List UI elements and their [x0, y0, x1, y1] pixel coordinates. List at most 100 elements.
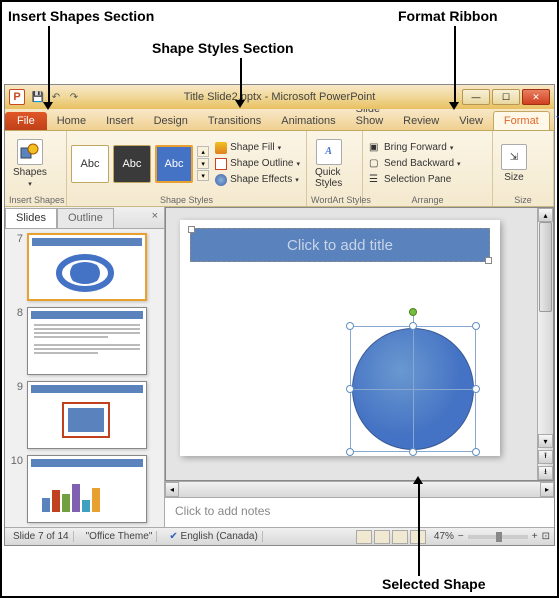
slide-thumbnail-10[interactable]	[27, 455, 147, 523]
selected-shape[interactable]	[350, 326, 476, 452]
zoom-level[interactable]: 47%	[434, 531, 454, 542]
ribbon-minimize-icon[interactable]: ˇ	[550, 112, 559, 130]
quick-styles-button[interactable]: A Quick Styles	[311, 137, 346, 191]
ribbon: Shapes ▾ Insert Shapes Abc Abc Abc ▴ ▾ ▾…	[5, 131, 554, 207]
selection-pane-button[interactable]: ☰Selection Pane	[367, 173, 463, 187]
tab-animations[interactable]: Animations	[271, 112, 345, 130]
group-size: ⇲ Size Size	[493, 131, 554, 206]
size-icon: ⇲	[501, 144, 527, 170]
resize-handle-se[interactable]	[472, 448, 480, 456]
tab-format[interactable]: Format	[493, 111, 550, 130]
resize-handle-n[interactable]	[409, 322, 417, 330]
slide-thumbnail-9[interactable]	[27, 381, 147, 449]
outline-icon	[215, 158, 227, 170]
selection-pane-icon: ☰	[369, 174, 381, 186]
rotate-handle[interactable]	[409, 308, 417, 316]
scroll-right-icon[interactable]: ▸	[540, 482, 554, 497]
chevron-down-icon: ▾	[295, 176, 299, 184]
status-language[interactable]: ✔ English (Canada)	[165, 531, 262, 542]
resize-handle-s[interactable]	[409, 448, 417, 456]
resize-handle-e[interactable]	[472, 385, 480, 393]
tab-design[interactable]: Design	[144, 112, 198, 130]
tab-home[interactable]: Home	[47, 112, 96, 130]
thumb-number: 7	[9, 233, 23, 301]
zoom-out-button[interactable]: −	[458, 531, 464, 542]
send-backward-icon: ▢	[369, 158, 381, 170]
scroll-down-icon[interactable]: ▾	[197, 158, 209, 169]
thumb-number: 9	[9, 381, 23, 449]
bring-forward-button[interactable]: ▣Bring Forward ▾	[367, 141, 463, 155]
slides-panel: Slides Outline × 7 8	[5, 207, 165, 527]
style-preset-3[interactable]: Abc	[155, 145, 193, 183]
chevron-down-icon: ▾	[278, 144, 282, 152]
quick-styles-icon: A	[316, 139, 342, 165]
maximize-button[interactable]: ☐	[492, 89, 520, 105]
send-backward-button[interactable]: ▢Send Backward ▾	[367, 157, 463, 171]
scroll-left-icon[interactable]: ◂	[165, 482, 179, 497]
scrollbar-thumb[interactable]	[539, 222, 552, 312]
shape-effects-button[interactable]: Shape Effects ▾	[213, 173, 302, 187]
prev-slide-icon[interactable]: ⭱	[538, 450, 553, 464]
app-icon: P	[9, 89, 25, 105]
view-sorter-button[interactable]	[374, 530, 390, 544]
resize-handle-nw[interactable]	[346, 322, 354, 330]
scroll-up-icon[interactable]: ▴	[538, 208, 553, 222]
vertical-scrollbar[interactable]: ▴ ▾ ⭱ ⭳	[537, 208, 553, 480]
notes-pane[interactable]: Click to add notes	[165, 497, 554, 527]
style-preset-2[interactable]: Abc	[113, 145, 151, 183]
minimize-button[interactable]: —	[462, 89, 490, 105]
style-gallery-scroll[interactable]: ▴ ▾ ▾	[197, 146, 209, 181]
view-reading-button[interactable]	[392, 530, 408, 544]
annotation-selected-shape: Selected Shape	[382, 576, 486, 592]
group-insert-shapes: Shapes ▾ Insert Shapes	[5, 131, 67, 206]
group-arrange: ▣Bring Forward ▾ ▢Send Backward ▾ ☰Selec…	[363, 131, 493, 206]
tab-view[interactable]: View	[449, 112, 493, 130]
annotation-format-ribbon: Format Ribbon	[398, 8, 498, 24]
thumb-number: 10	[9, 455, 23, 523]
thumbnail-list: 7 8 9	[5, 229, 164, 527]
tab-file[interactable]: File	[5, 112, 47, 130]
horizontal-scrollbar[interactable]: ◂ ▸	[165, 481, 554, 497]
slide-thumbnail-8[interactable]	[27, 307, 147, 375]
panel-close-icon[interactable]: ×	[146, 207, 164, 228]
gallery-more-icon[interactable]: ▾	[197, 170, 209, 181]
panel-tab-outline[interactable]: Outline	[57, 208, 114, 228]
bring-forward-icon: ▣	[369, 142, 381, 154]
qat-redo-icon[interactable]: ↷	[67, 90, 81, 104]
tab-review[interactable]: Review	[393, 112, 449, 130]
shapes-button[interactable]: Shapes ▾	[9, 137, 51, 190]
status-theme: "Office Theme"	[82, 531, 158, 542]
shape-fill-button[interactable]: Shape Fill ▾	[213, 141, 302, 155]
resize-handle-ne[interactable]	[472, 322, 480, 330]
editor-area: Click to add title	[165, 207, 554, 527]
size-button[interactable]: ⇲ Size	[497, 142, 531, 185]
zoom-slider[interactable]	[468, 535, 528, 539]
zoom-in-button[interactable]: +	[532, 531, 538, 542]
shapes-icon	[17, 139, 43, 165]
statusbar: Slide 7 of 14 "Office Theme" ✔ English (…	[5, 527, 554, 545]
resize-handle-w[interactable]	[346, 385, 354, 393]
app-window: P 💾 ↶ ↷ Title Slide2.pptx - Microsoft Po…	[4, 84, 555, 546]
slide-thumbnail-7[interactable]	[27, 233, 147, 301]
thumb-number: 8	[9, 307, 23, 375]
close-button[interactable]: ✕	[522, 89, 550, 105]
resize-handle-sw[interactable]	[346, 448, 354, 456]
next-slide-icon[interactable]: ⭳	[538, 466, 553, 480]
status-slide-info: Slide 7 of 14	[9, 531, 74, 542]
tab-insert[interactable]: Insert	[96, 112, 144, 130]
panel-tab-slides[interactable]: Slides	[5, 208, 57, 228]
tab-transitions[interactable]: Transitions	[198, 112, 271, 130]
style-preset-1[interactable]: Abc	[71, 145, 109, 183]
slide: Click to add title	[180, 220, 500, 456]
chevron-down-icon: ▾	[297, 160, 301, 168]
workspace: Slides Outline × 7 8	[5, 207, 554, 527]
shape-outline-button[interactable]: Shape Outline ▾	[213, 157, 302, 171]
fit-slide-button[interactable]: ⊡	[542, 531, 550, 542]
scroll-down-icon[interactable]: ▾	[538, 434, 553, 448]
scroll-up-icon[interactable]: ▴	[197, 146, 209, 157]
slide-canvas[interactable]: Click to add title	[165, 207, 554, 481]
view-normal-button[interactable]	[356, 530, 372, 544]
title-placeholder[interactable]: Click to add title	[190, 228, 490, 262]
chevron-down-icon: ▾	[28, 180, 32, 188]
group-shape-styles: Abc Abc Abc ▴ ▾ ▾ Shape Fill ▾ Shape Out…	[67, 131, 307, 206]
